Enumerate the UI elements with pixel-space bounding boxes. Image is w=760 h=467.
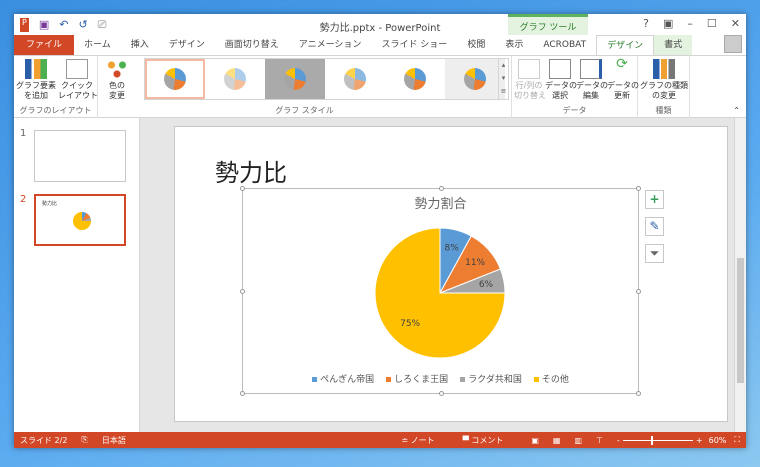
help-button[interactable]: ? bbox=[643, 17, 649, 30]
resize-handle[interactable] bbox=[636, 289, 641, 294]
resize-handle[interactable] bbox=[240, 289, 245, 294]
tab-acrobat[interactable]: ACROBAT bbox=[533, 35, 596, 55]
slide-thumbnails: 1 2 勢力比 bbox=[14, 118, 140, 432]
change-colors-button[interactable]: 色の 変更 bbox=[102, 59, 132, 101]
edit-data-icon bbox=[580, 59, 602, 79]
slide-canvas: 勢力比 勢力割合 8% 11% 6% 75% ぺんぎん帝国 しろくま王国 ラクダ共和国… bbox=[174, 126, 728, 422]
status-bar: スライド 2/2 ⎘ 日本語 ≐ ノート ▀ コメント ▣ ▦ ▥ ⊤ - + 6… bbox=[14, 432, 746, 448]
notes-button[interactable]: ≐ ノート bbox=[401, 435, 448, 446]
collapse-ribbon-icon[interactable]: ⌃ bbox=[733, 106, 740, 115]
legend-item: しろくま王国 bbox=[386, 372, 448, 385]
pie-plot: 8% 11% 6% 75% bbox=[374, 227, 506, 359]
group-data: 行/列の 切り替え データの 選択 データの 編集 ⟳ データの 更新 データ bbox=[512, 56, 639, 118]
edit-data-button[interactable]: データの 編集 bbox=[576, 59, 608, 101]
zoom-slider[interactable]: - + bbox=[617, 435, 703, 445]
quick-layout-button[interactable]: クイック レイアウト bbox=[58, 59, 98, 101]
resize-handle[interactable] bbox=[439, 186, 444, 191]
tab-transitions[interactable]: 画面切り替え bbox=[215, 35, 289, 55]
comments-button[interactable]: ▀ コメント bbox=[463, 435, 518, 446]
fit-slide-icon[interactable]: ⛶ bbox=[734, 435, 740, 445]
resize-handle[interactable] bbox=[636, 186, 641, 191]
tab-design[interactable]: デザイン bbox=[159, 35, 215, 55]
account-avatar[interactable] bbox=[724, 35, 742, 53]
powerpoint-window: P ▣ ↶ ↺ ⎚ グラフ ツール 勢力比.pptx - PowerPoint … bbox=[14, 14, 746, 448]
slide-sorter-icon[interactable]: ▦ bbox=[553, 436, 561, 445]
workspace: 1 2 勢力比 勢力比 勢力割合 8% 11% 6% 75% ぺんぎん帝国 しろくま王… bbox=[14, 118, 746, 432]
add-chart-element-button[interactable]: グラフ要素 を追加 bbox=[16, 59, 56, 101]
resize-handle[interactable] bbox=[439, 391, 444, 396]
chart-elements-plus-icon[interactable]: + bbox=[645, 190, 664, 209]
chart-filter-icon[interactable]: ⏷ bbox=[645, 244, 664, 263]
switch-row-column-button[interactable]: 行/列の 切り替え bbox=[514, 59, 546, 101]
tab-chart-design[interactable]: デザイン bbox=[596, 34, 655, 56]
reading-view-icon[interactable]: ▥ bbox=[574, 436, 582, 445]
normal-view-icon[interactable]: ▣ bbox=[531, 436, 539, 445]
legend-item: ぺんぎん帝国 bbox=[312, 372, 374, 385]
select-data-icon bbox=[549, 59, 571, 79]
gallery-scroll[interactable]: ▴ ▾ ≡ bbox=[498, 59, 508, 99]
chart-style-5[interactable] bbox=[385, 59, 445, 99]
tab-slideshow[interactable]: スライド ショー bbox=[371, 35, 457, 55]
maximize-button[interactable]: ☐ bbox=[707, 17, 717, 30]
ribbon-tabs: ファイル ホーム 挿入 デザイン 画面切り替え アニメーション スライド ショー… bbox=[14, 34, 746, 56]
chart-style-3[interactable] bbox=[265, 59, 325, 99]
spellcheck-icon[interactable]: ⎘ bbox=[81, 435, 87, 445]
data-label: 11% bbox=[465, 258, 485, 268]
change-chart-type-button[interactable]: グラフの種類 の変更 bbox=[640, 59, 688, 101]
slide-title[interactable]: 勢力比 bbox=[215, 153, 287, 188]
chart-style-2[interactable] bbox=[205, 59, 265, 99]
chart-style-1[interactable] bbox=[145, 59, 205, 99]
ribbon: グラフ要素 を追加 クイック レイアウト グラフのレイアウト 色の 変更 ▴ ▾ ≡… bbox=[14, 55, 746, 118]
resize-handle[interactable] bbox=[636, 391, 641, 396]
resize-handle[interactable] bbox=[240, 186, 245, 191]
tab-insert[interactable]: 挿入 bbox=[121, 35, 159, 55]
legend-item: ラクダ共和国 bbox=[460, 372, 522, 385]
slideshow-icon[interactable]: ⊤ bbox=[596, 436, 603, 445]
quick-layout-icon bbox=[66, 59, 88, 79]
tab-review[interactable]: 校閲 bbox=[457, 35, 495, 55]
legend-item: その他 bbox=[533, 372, 569, 385]
scroll-thumb[interactable] bbox=[737, 258, 744, 383]
tab-chart-format[interactable]: 書式 bbox=[654, 35, 693, 55]
tab-view[interactable]: 表示 bbox=[495, 35, 533, 55]
tab-file[interactable]: ファイル bbox=[14, 35, 75, 55]
slide-thumbnail-1[interactable] bbox=[34, 130, 126, 182]
chart-style-gallery: ▴ ▾ ≡ bbox=[144, 58, 509, 100]
language[interactable]: 日本語 bbox=[102, 435, 126, 446]
refresh-data-icon: ⟳ bbox=[616, 56, 628, 72]
chart-type-icon bbox=[653, 59, 675, 79]
resize-handle[interactable] bbox=[240, 391, 245, 396]
switch-icon bbox=[518, 59, 540, 79]
data-label: 6% bbox=[479, 280, 494, 290]
title-bar: P ▣ ↶ ↺ ⎚ グラフ ツール 勢力比.pptx - PowerPoint … bbox=[14, 14, 746, 35]
group-type: グラフの種類 の変更 種類 bbox=[638, 56, 690, 118]
slide-thumbnail-2[interactable]: 勢力比 bbox=[34, 194, 126, 246]
vertical-scrollbar[interactable] bbox=[734, 118, 746, 432]
chart-style-6[interactable] bbox=[445, 59, 505, 99]
zoom-level[interactable]: 60% bbox=[709, 436, 727, 445]
slide-counter: スライド 2/2 bbox=[20, 435, 68, 445]
ribbon-display-button[interactable]: ▣ bbox=[663, 17, 673, 30]
add-element-icon bbox=[25, 59, 47, 79]
chart-legend: ぺんぎん帝国 しろくま王国 ラクダ共和国 その他 bbox=[243, 372, 638, 385]
data-label: 75% bbox=[400, 319, 420, 329]
chart-styles-brush-icon[interactable]: ✎ bbox=[645, 217, 664, 236]
thumb-pie bbox=[73, 212, 91, 230]
tab-animations[interactable]: アニメーション bbox=[289, 35, 372, 55]
close-button[interactable]: ✕ bbox=[731, 17, 740, 30]
select-data-button[interactable]: データの 選択 bbox=[545, 59, 577, 101]
refresh-data-button[interactable]: ⟳ データの 更新 bbox=[607, 56, 639, 101]
group-chart-styles: 色の 変更 ▴ ▾ ≡ グラフ スタイル bbox=[98, 56, 512, 118]
chart-style-4[interactable] bbox=[325, 59, 385, 99]
minimize-button[interactable]: – bbox=[687, 17, 693, 30]
color-dots-icon bbox=[106, 59, 128, 79]
pie-chart[interactable]: 勢力割合 8% 11% 6% 75% ぺんぎん帝国 しろくま王国 ラクダ共和国 その他 bbox=[240, 186, 641, 396]
tab-home[interactable]: ホーム bbox=[74, 35, 121, 55]
group-chart-layout: グラフ要素 を追加 クイック レイアウト グラフのレイアウト bbox=[14, 56, 98, 118]
data-label: 8% bbox=[444, 244, 459, 254]
window-title: 勢力比.pptx - PowerPoint bbox=[319, 23, 441, 34]
